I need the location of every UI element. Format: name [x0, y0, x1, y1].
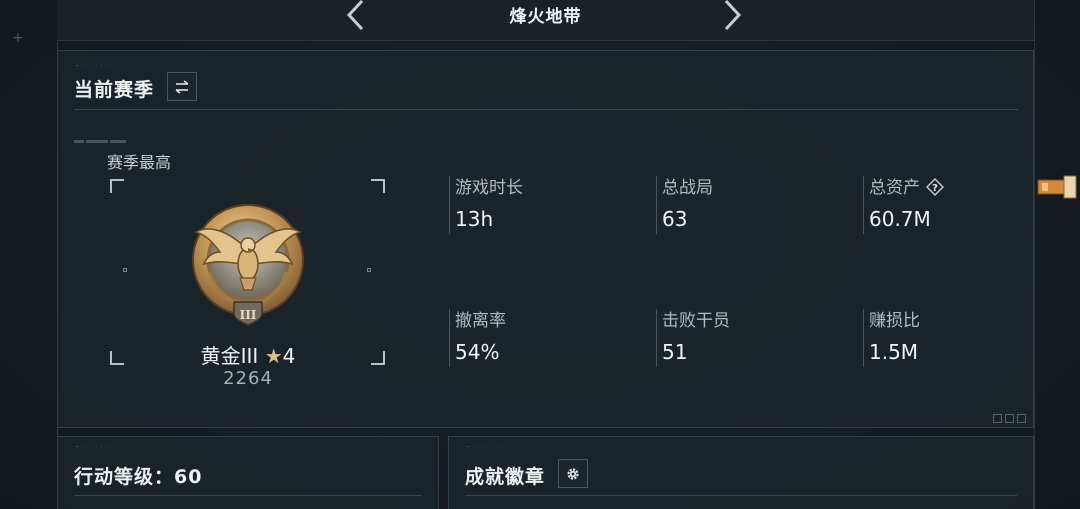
stat-label: 游戏时长 [455, 178, 523, 198]
stat-profit-loss-ratio: 赚损比 1.5M [863, 309, 920, 367]
stat-total-matches: 总战局 63 [656, 176, 713, 234]
stat-total-assets: 总资产 ? 60.7M [863, 176, 944, 234]
stat-value: 51 [662, 340, 688, 364]
stat-label: 总战局 [662, 178, 713, 198]
swap-icon [175, 79, 189, 94]
season-best-label: 赛季最高 [107, 153, 172, 172]
stat-label: 撤离率 [455, 311, 506, 331]
rank-stars: 4 [282, 344, 296, 368]
stat-value: 54% [455, 340, 500, 364]
decor-squares [993, 414, 1026, 423]
stat-value: 13h [455, 207, 494, 231]
badge-title: 成就徽章 [465, 466, 546, 488]
badge-settings-button[interactable] [558, 459, 588, 488]
action-level-panel: ⌐ · · · · · · · 行动等级：60 [57, 436, 439, 509]
action-level: 行动等级：60 [74, 462, 202, 489]
svg-text:III: III [240, 308, 257, 322]
chevron-left-icon[interactable] [344, 0, 366, 31]
mode-title: 烽火地带 [509, 7, 582, 27]
achievement-badge-panel: ⌐ · · · · · · · 成就徽章 [448, 436, 1034, 509]
frame-dot [367, 268, 371, 272]
stat-operators-defeated: 击败干员 51 [656, 309, 730, 367]
star-icon: ★ [264, 344, 283, 368]
stat-label: 总资产 [869, 178, 920, 198]
stat-label-row: 总资产 ? [869, 176, 944, 200]
decor-micro-text: ⌐ · · · · · · · [467, 444, 504, 449]
rank-score: 2264 [223, 368, 273, 389]
season-title: 当前赛季 [74, 79, 155, 101]
stat-label: 击败干员 [662, 311, 730, 331]
stat-extraction-rate: 撤离率 54% [449, 309, 506, 367]
divider [465, 495, 1017, 496]
frame-dot [123, 268, 127, 272]
frame-corner [110, 179, 124, 193]
frame-corner [371, 179, 385, 193]
side-bullet-icon[interactable] [1034, 172, 1080, 202]
stat-value: 63 [662, 207, 688, 231]
stat-label: 赚损比 [869, 311, 920, 331]
gear-icon [567, 467, 579, 480]
svg-text:?: ? [932, 183, 938, 194]
action-level-value: 60 [174, 466, 203, 488]
rank-tier-line: 黄金III ★4 [108, 340, 388, 369]
rank-tier: 黄金III [200, 344, 259, 368]
stat-value: 60.7M [869, 207, 931, 231]
stat-play-time: 游戏时长 13h [449, 176, 523, 234]
question-icon[interactable]: ? [926, 178, 944, 196]
mode-header: 烽火地带 [57, 0, 1034, 41]
decor-crosshair-icon: + [12, 30, 24, 46]
decor-bars [74, 128, 128, 143]
gold-rank-emblem: III [190, 202, 306, 328]
frame-line-right [1034, 0, 1035, 509]
divider [74, 109, 1018, 110]
action-level-label: 行动等级： [74, 466, 175, 488]
switch-season-button[interactable] [167, 72, 197, 101]
divider [74, 495, 422, 496]
decor-micro-text: ⌐ · · · · · · · [76, 444, 113, 449]
chevron-right-icon[interactable] [722, 0, 744, 31]
stat-value: 1.5M [869, 340, 919, 364]
decor-micro-text: ⌐ · · · · · · · [76, 63, 113, 68]
